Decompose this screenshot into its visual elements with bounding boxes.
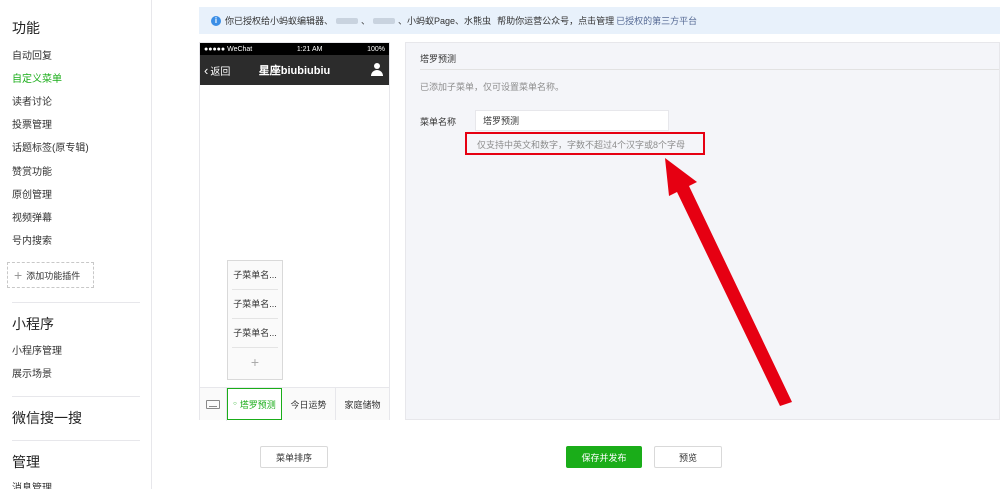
add-plugin-button[interactable]: + 添加功能插件 <box>7 262 94 288</box>
menu-sort-button[interactable]: 菜单排序 <box>260 446 328 468</box>
info-icon: i <box>211 15 221 26</box>
menu-item-tarot[interactable]: ○ 塔罗预测 <box>227 388 282 420</box>
sidebar-item-display-scene[interactable]: 展示场景 <box>12 367 52 383</box>
status-time: 1:21 AM <box>296 45 323 53</box>
sub-menu-item[interactable]: 子菜单名... <box>232 290 278 319</box>
third-party-link[interactable]: 已授权的第三方平台 <box>616 14 697 27</box>
sidebar-item-original[interactable]: 原创管理 <box>12 188 52 204</box>
sidebar-item-in-account-search[interactable]: 号内搜索 <box>12 234 52 250</box>
carrier-label: ●●●●● WeChat <box>204 45 253 53</box>
sidebar-section-manage: 管理 <box>0 451 40 473</box>
plus-icon: + <box>14 267 23 283</box>
sidebar-section-title: 管理 <box>12 454 40 470</box>
sidebar-item-vote[interactable]: 投票管理 <box>12 118 52 134</box>
battery-label: 100% <box>367 45 385 53</box>
sidebar-section-mini-program: 小程序 <box>0 313 54 335</box>
user-icon[interactable] <box>371 63 383 76</box>
sub-menu-item[interactable]: 子菜单名... <box>232 261 278 290</box>
custom-menu-bar: ○ 塔罗预测 今日运势 家庭储物 <box>200 387 389 421</box>
editor-hint: 已添加子菜单，仅可设置菜单名称。 <box>420 82 565 92</box>
authorization-notice: i 你已授权给小蚂蚁编辑器、 、 、小蚂蚁Page、水熊虫 帮助你运营公众号，点… <box>199 7 1000 34</box>
sidebar-divider <box>12 440 140 441</box>
add-plugin-label: 添加功能插件 <box>26 270 81 281</box>
phone-preview: ●●●●● WeChat 1:21 AM 100% ‹ 返回 星座biubiub… <box>199 42 390 421</box>
menu-item-label: 塔罗预测 <box>239 399 276 410</box>
save-publish-button[interactable]: 保存并发布 <box>566 446 642 468</box>
sidebar-section-function: 功能 <box>0 17 40 39</box>
sidebar-item-reader-discussion[interactable]: 读者讨论 <box>12 95 52 111</box>
menu-item-label: 家庭储物 <box>344 399 381 410</box>
sidebar-section-title: 小程序 <box>12 316 54 332</box>
phone-nav-bar: ‹ 返回 星座biubiubiu <box>200 55 389 85</box>
add-sub-menu-button[interactable]: + <box>228 348 282 376</box>
keyboard-icon <box>206 400 220 409</box>
menu-item-home-storage[interactable]: 家庭储物 <box>336 388 389 420</box>
editor-divider <box>420 69 999 70</box>
menu-editor-panel: 塔罗预测 已添加子菜单，仅可设置菜单名称。 菜单名称 仅支持中英文和数字，字数不… <box>405 42 1000 420</box>
menu-item-label: 今日运势 <box>290 399 327 410</box>
sidebar-item-message-manage[interactable]: 消息管理 <box>12 481 52 489</box>
sub-menu-item[interactable]: 子菜单名... <box>232 319 278 348</box>
notice-separator: 、 <box>361 16 371 26</box>
menu-item-daily-fortune[interactable]: 今日运势 <box>282 388 336 420</box>
account-title: 星座biubiubiu <box>258 65 331 77</box>
search-icon <box>0 410 12 426</box>
mini-program-icon <box>0 316 12 332</box>
sidebar-item-topic-tags[interactable]: 话题标签(原专辑) <box>12 141 89 157</box>
sidebar-divider <box>12 302 140 303</box>
sidebar: 功能 自动回复 自定义菜单 读者讨论 投票管理 话题标签(原专辑) 赞赏功能 原… <box>0 0 152 489</box>
sidebar-item-reward[interactable]: 赞赏功能 <box>12 165 52 181</box>
sidebar-item-custom-menu[interactable]: 自定义菜单 <box>12 72 62 88</box>
user-icon-body <box>371 70 383 76</box>
sidebar-section-title: 微信搜一搜 <box>12 410 82 426</box>
sidebar-divider <box>12 396 140 397</box>
menu-name-input[interactable] <box>475 110 669 131</box>
keyboard-toggle[interactable] <box>200 388 227 421</box>
sidebar-item-video-danmaku[interactable]: 视频弹幕 <box>12 211 52 227</box>
page: 功能 自动回复 自定义菜单 读者讨论 投票管理 话题标签(原专辑) 赞赏功能 原… <box>0 0 1000 489</box>
blurred-name <box>373 17 396 24</box>
blurred-name <box>336 17 359 24</box>
notice-suffix: 帮助你运营公众号，点击管理 <box>497 16 615 26</box>
manage-icon <box>0 454 12 470</box>
sidebar-section-title: 功能 <box>12 20 40 36</box>
user-icon-head <box>374 63 380 69</box>
sidebar-section-wechat-search: 微信搜一搜 <box>0 407 82 429</box>
preview-button[interactable]: 预览 <box>654 446 722 468</box>
annotation-highlight-box <box>465 132 705 155</box>
dot-icon: ○ <box>233 401 237 407</box>
function-icon <box>0 20 12 36</box>
sidebar-item-mini-program-manage[interactable]: 小程序管理 <box>12 344 62 360</box>
menu-name-label: 菜单名称 <box>420 117 457 127</box>
editor-title: 塔罗预测 <box>420 54 457 64</box>
sub-menu-popup: 子菜单名... 子菜单名... 子菜单名... + <box>227 260 283 380</box>
status-bar: ●●●●● WeChat 1:21 AM 100% <box>200 43 389 55</box>
notice-prefix: 你已授权给小蚂蚁编辑器、 <box>225 16 334 26</box>
notice-middle: 、小蚂蚁Page、水熊虫 <box>398 16 492 26</box>
sidebar-item-auto-reply[interactable]: 自动回复 <box>12 49 52 65</box>
